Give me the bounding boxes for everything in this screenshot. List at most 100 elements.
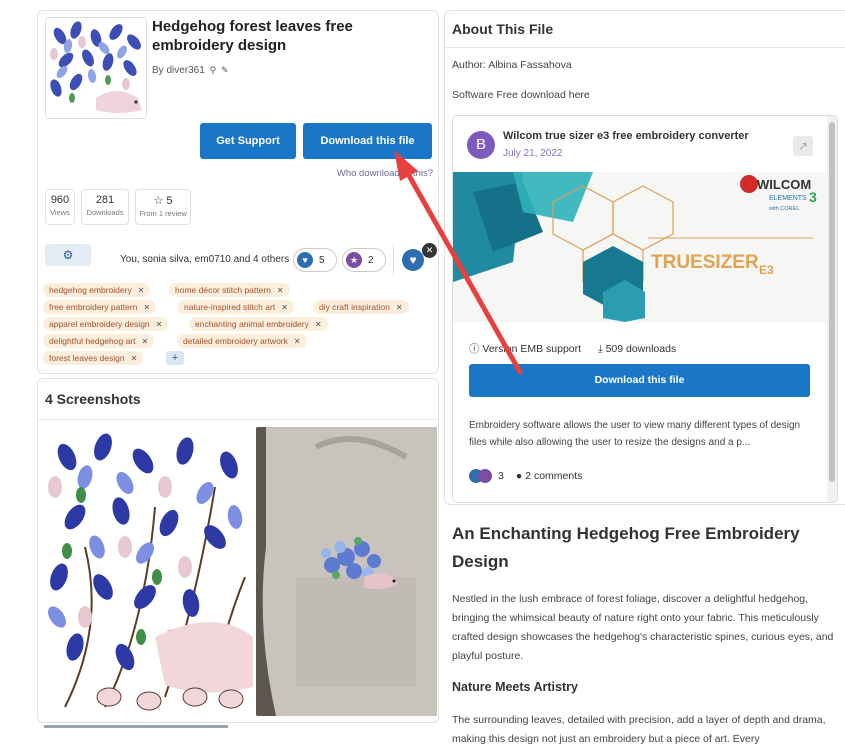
embed-date: July 21, 2022: [503, 148, 563, 159]
tag-label: hedgehog embroidery: [49, 285, 132, 295]
banner-brand-sub: ELEMENTS: [769, 195, 807, 202]
tag-item[interactable]: hedgehog embroidery ✕: [43, 283, 151, 297]
stat-rating-label: From 1 review: [139, 209, 187, 218]
file-card: Hedgehog forest leaves free embroidery d…: [37, 10, 439, 374]
remove-tag-icon[interactable]: ✕: [277, 286, 284, 295]
embed-info: ⓘ Version EMB support ⤓ 509 downloads: [469, 341, 676, 356]
file-author: By diver361 ⚲ ✎: [152, 65, 229, 76]
tag-label: detailed embroidery artwork: [183, 336, 288, 346]
avatar[interactable]: B: [467, 131, 495, 159]
remove-tag-icon[interactable]: ✕: [396, 303, 403, 312]
tag-item[interactable]: nature-inspired stitch art ✕: [178, 300, 294, 314]
screenshots-title: 4 Screenshots: [45, 391, 141, 407]
screenshots-card: 4 Screenshots: [37, 378, 439, 723]
who-downloaded-link[interactable]: Who downloaded this?: [318, 168, 433, 179]
embed-download-button[interactable]: Download this file: [469, 364, 810, 397]
embed-title[interactable]: Wilcom true sizer e3 free embroidery con…: [503, 130, 749, 142]
edit-icon[interactable]: ✎: [221, 65, 229, 76]
tag-label: forest leaves design: [49, 353, 125, 363]
awards-pill[interactable]: ★ 2: [342, 248, 386, 272]
remove-tag-icon[interactable]: ✕: [138, 286, 145, 295]
tag-label: free embroidery pattern: [49, 302, 138, 312]
trophy-reaction-icon: [478, 469, 492, 483]
tag-item[interactable]: home décor stitch pattern ✕: [169, 283, 290, 297]
article-heading: An Enchanting Hedgehog Free Embroidery D…: [452, 524, 800, 571]
embed-scrollbar-thumb[interactable]: [829, 122, 835, 482]
article-paragraph-2: The surrounding leaves, detailed with pr…: [452, 714, 826, 745]
tag-label: apparel embroidery design: [49, 319, 150, 329]
stat-rating-value: ☆ 5: [153, 195, 173, 207]
embed-scrollbar[interactable]: [827, 116, 837, 502]
likes-pill[interactable]: ♥ 5: [293, 248, 337, 272]
embed-description: Embroidery software allows the user to v…: [469, 420, 801, 448]
remove-tag-icon[interactable]: ✕: [142, 337, 149, 346]
search-icon[interactable]: ⚲: [210, 65, 217, 76]
remove-reaction-icon[interactable]: ✕: [422, 243, 437, 258]
heart-icon: ♥: [297, 252, 313, 268]
software-meta[interactable]: Software Free download here: [452, 89, 590, 101]
screenshots-divider: [38, 419, 438, 420]
trophy-icon: ★: [346, 252, 362, 268]
tag-label: home décor stitch pattern: [175, 285, 271, 295]
stat-rating[interactable]: ☆ 5 From 1 review: [135, 189, 191, 225]
author-link[interactable]: By diver361: [152, 65, 205, 76]
banner-version: 3: [809, 189, 817, 205]
react-heart-button[interactable]: ♥: [402, 249, 424, 271]
external-link-icon[interactable]: ↗: [793, 136, 813, 156]
stat-views-label: Views: [50, 208, 70, 217]
tag-item[interactable]: forest leaves design ✕: [43, 351, 144, 365]
embed-version: Version EMB support: [482, 343, 582, 355]
download-file-button[interactable]: Download this file: [303, 123, 432, 159]
author-meta: Author: Albina Fassahova: [452, 59, 572, 71]
tag-item[interactable]: apparel embroidery design ✕: [43, 317, 169, 331]
stat-views: 960 Views: [45, 189, 75, 225]
tag-item[interactable]: free embroidery pattern ✕: [43, 300, 157, 314]
banner-corel: with COREL: [768, 206, 799, 212]
banner-product: TRUESIZER: [651, 252, 759, 273]
tag-label: diy craft inspiration: [319, 302, 390, 312]
file-title: Hedgehog forest leaves free embroidery d…: [152, 18, 353, 54]
stat-downloads: 281 Downloads: [81, 189, 129, 225]
screenshot-image-1[interactable]: [45, 427, 253, 713]
embed-downloads: 509 downloads: [605, 343, 677, 355]
stat-views-value: 960: [50, 194, 70, 206]
tag-item[interactable]: detailed embroidery artwork ✕: [177, 334, 307, 348]
article-subheading: Nature Meets Artistry: [452, 680, 578, 694]
cogs-icon: ⚙: [62, 248, 74, 262]
likes-count: 5: [319, 254, 325, 266]
about-divider: [445, 47, 845, 48]
tag-item[interactable]: enchanting animal embroidery ✕: [189, 317, 328, 331]
embed-footer: 3 ● 2 comments: [469, 469, 582, 483]
comment-icon: ●: [515, 470, 523, 482]
remove-tag-icon[interactable]: ✕: [294, 337, 301, 346]
about-title: About This File: [452, 21, 554, 37]
tag-item[interactable]: diy craft inspiration ✕: [313, 300, 409, 314]
embed-reaction-count[interactable]: 3: [498, 470, 504, 482]
tag-item[interactable]: delightful hedgehog art ✕: [43, 334, 155, 348]
embed-banner-image[interactable]: TRUESIZER E3 WILCOM ELEMENTS 3 with CORE…: [453, 172, 827, 322]
settings-cog-button[interactable]: ⚙: [45, 244, 91, 266]
embedded-file-card: B Wilcom true sizer e3 free embroidery c…: [452, 115, 838, 503]
remove-tag-icon[interactable]: ✕: [281, 303, 288, 312]
banner-brand: WILCOM: [757, 177, 811, 192]
remove-tag-icon[interactable]: ✕: [143, 303, 150, 312]
file-thumbnail[interactable]: [45, 17, 147, 119]
remove-tag-icon[interactable]: ✕: [131, 354, 138, 363]
get-support-button[interactable]: Get Support: [200, 123, 296, 159]
awards-count: 2: [368, 254, 374, 266]
info-icon: ⓘ: [469, 343, 480, 355]
stat-downloads-value: 281: [95, 194, 115, 206]
download-count-icon: ⤓: [597, 343, 603, 355]
screenshots-scrollbar[interactable]: [44, 725, 228, 728]
remove-tag-icon[interactable]: ✕: [156, 320, 163, 329]
remove-tag-icon[interactable]: ✕: [315, 320, 322, 329]
add-tag-button[interactable]: +: [166, 351, 184, 365]
stat-downloads-label: Downloads: [86, 208, 124, 217]
liked-by-text[interactable]: You, sonia silva, em0710 and 4 others: [120, 254, 289, 265]
tag-label: nature-inspired stitch art: [184, 302, 276, 312]
screenshot-image-2[interactable]: [256, 427, 437, 716]
article-paragraph-1: Nestled in the lush embrace of forest fo…: [452, 593, 834, 662]
tag-label: enchanting animal embroidery: [195, 319, 309, 329]
embed-comments[interactable]: 2 comments: [525, 470, 582, 482]
reaction-divider: [393, 245, 394, 275]
